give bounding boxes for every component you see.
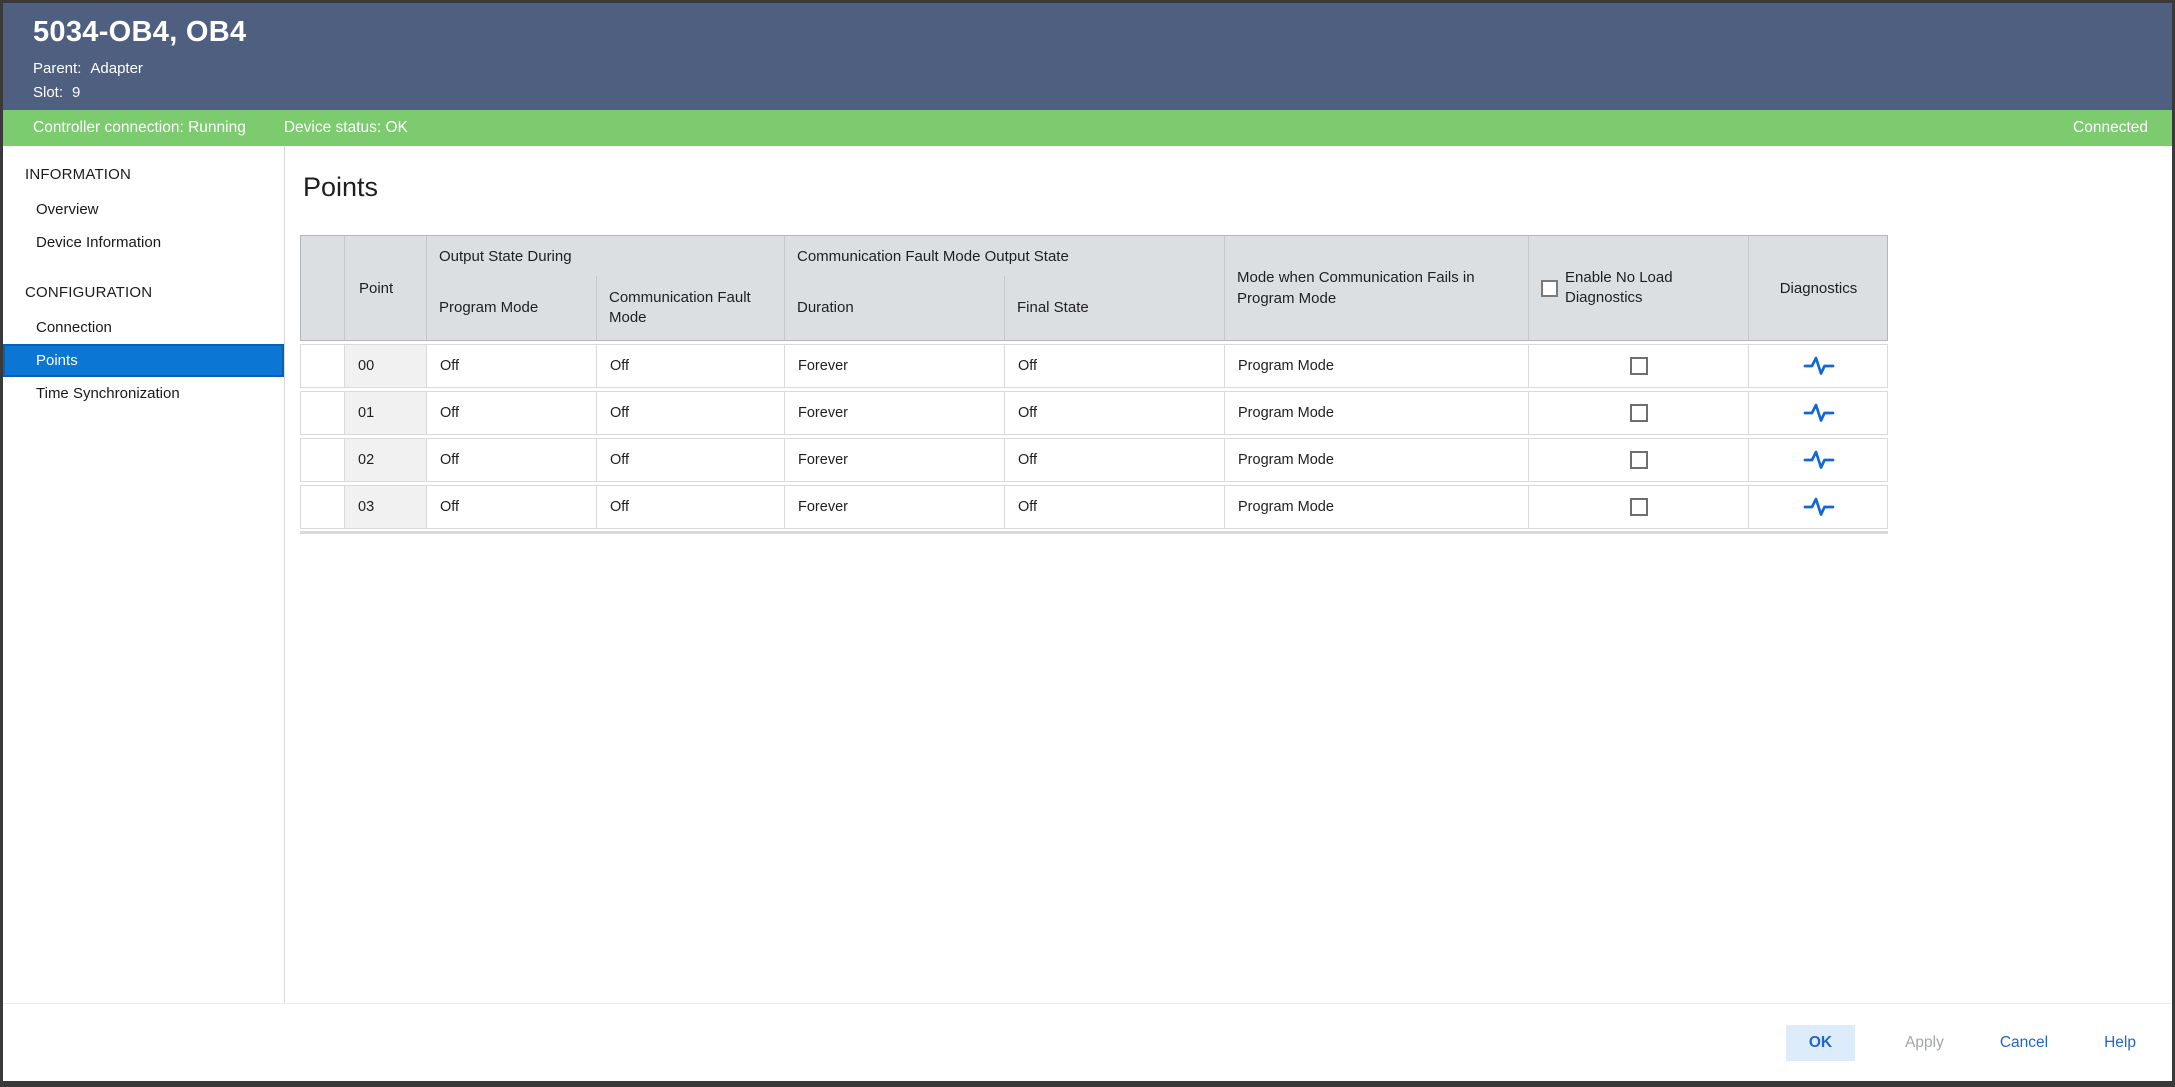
pulse-waveform-icon[interactable] <box>1803 355 1835 377</box>
sidebar-section-information: INFORMATION <box>3 156 284 193</box>
diagnostics-cell <box>1749 392 1888 434</box>
parent-line: Parent: Adapter <box>33 60 2142 77</box>
column-header-diagnostics: Diagnostics <box>1749 236 1888 340</box>
comm-fault-mode-cell[interactable]: Off <box>597 392 785 434</box>
final-state-cell[interactable]: Off <box>1005 345 1225 387</box>
titlebar: 5034-OB4, OB4 Parent: Adapter Slot: 9 <box>3 3 2172 110</box>
final-state-cell[interactable]: Off <box>1005 439 1225 481</box>
diagnostics-cell <box>1749 345 1888 387</box>
no-load-checkbox[interactable] <box>1630 451 1648 469</box>
table-row: 00 Off Off Forever Off Program Mode <box>300 344 1888 388</box>
sidebar-item-time-synchronization[interactable]: Time Synchronization <box>3 377 284 410</box>
connection-state: Connected <box>2073 119 2148 137</box>
device-status: Device status: OK <box>284 119 408 137</box>
enable-no-load-cell <box>1529 345 1749 387</box>
duration-cell[interactable]: Forever <box>785 439 1005 481</box>
enable-no-load-all-checkbox[interactable] <box>1541 280 1558 297</box>
enable-no-load-header-label: Enable No Load Diagnostics <box>1565 268 1681 309</box>
mode-when-comm-fails-cell[interactable]: Program Mode <box>1225 486 1529 528</box>
footer-button-bar: OK Apply Cancel Help <box>3 1003 2172 1081</box>
slot-line: Slot: 9 <box>33 84 2142 101</box>
content-panel: Points Point Output State During Program… <box>285 146 2172 1003</box>
module-title: 5034-OB4, OB4 <box>33 16 2142 49</box>
points-table-header: Point Output State During Program Mode C… <box>300 235 1888 341</box>
row-selector-header <box>301 236 345 340</box>
page-title: Points <box>303 172 2172 203</box>
points-table: Point Output State During Program Mode C… <box>300 235 1888 534</box>
slot-label: Slot: <box>33 84 63 101</box>
duration-cell[interactable]: Forever <box>785 345 1005 387</box>
main-area: INFORMATION Overview Device Information … <box>3 146 2172 1003</box>
table-bottom-edge <box>300 531 1888 534</box>
comm-fault-mode-cell[interactable]: Off <box>597 486 785 528</box>
sidebar-section-configuration: CONFIGURATION <box>3 274 284 311</box>
no-load-checkbox[interactable] <box>1630 357 1648 375</box>
status-bar: Controller connection: Running Device st… <box>3 110 2172 146</box>
final-state-cell[interactable]: Off <box>1005 392 1225 434</box>
sidebar-nav: INFORMATION Overview Device Information … <box>3 146 285 1003</box>
duration-cell[interactable]: Forever <box>785 486 1005 528</box>
parent-value: Adapter <box>90 60 143 77</box>
column-header-communication-fault-mode: Communication Fault Mode <box>597 276 785 340</box>
row-selector-cell[interactable] <box>301 486 345 528</box>
table-row: 03 Off Off Forever Off Program Mode <box>300 485 1888 529</box>
comm-fault-mode-cell[interactable]: Off <box>597 439 785 481</box>
sidebar-item-connection[interactable]: Connection <box>3 311 284 344</box>
group-header-comm-fault-mode-output-state: Communication Fault Mode Output State <box>785 236 1225 276</box>
sidebar-item-overview[interactable]: Overview <box>3 193 284 226</box>
pulse-waveform-icon[interactable] <box>1803 402 1835 424</box>
apply-button[interactable]: Apply <box>1899 1025 1950 1061</box>
point-number-cell: 03 <box>345 486 427 528</box>
sidebar-item-points[interactable]: Points <box>3 344 284 377</box>
column-header-enable-no-load: Enable No Load Diagnostics <box>1529 236 1749 340</box>
column-header-final-state: Final State <box>1005 276 1225 340</box>
program-mode-cell[interactable]: Off <box>427 486 597 528</box>
module-properties-window: 5034-OB4, OB4 Parent: Adapter Slot: 9 Cont… <box>0 0 2175 1087</box>
cancel-button[interactable]: Cancel <box>1994 1025 2054 1061</box>
sidebar-item-device-information[interactable]: Device Information <box>3 226 284 259</box>
final-state-cell[interactable]: Off <box>1005 486 1225 528</box>
controller-connection-status: Controller connection: Running <box>33 119 246 137</box>
program-mode-cell[interactable]: Off <box>427 345 597 387</box>
program-mode-cell[interactable]: Off <box>427 439 597 481</box>
point-number-cell: 00 <box>345 345 427 387</box>
column-header-program-mode: Program Mode <box>427 276 597 340</box>
program-mode-cell[interactable]: Off <box>427 392 597 434</box>
help-button[interactable]: Help <box>2098 1025 2142 1061</box>
column-header-duration: Duration <box>785 276 1005 340</box>
mode-when-comm-fails-cell[interactable]: Program Mode <box>1225 392 1529 434</box>
row-selector-cell[interactable] <box>301 392 345 434</box>
column-header-point: Point <box>345 236 427 340</box>
parent-label: Parent: <box>33 60 81 77</box>
group-header-output-state-during: Output State During <box>427 236 785 276</box>
mode-when-comm-fails-cell[interactable]: Program Mode <box>1225 345 1529 387</box>
enable-no-load-cell <box>1529 439 1749 481</box>
table-row: 01 Off Off Forever Off Program Mode <box>300 391 1888 435</box>
row-selector-cell[interactable] <box>301 439 345 481</box>
pulse-waveform-icon[interactable] <box>1803 496 1835 518</box>
mode-when-comm-fails-cell[interactable]: Program Mode <box>1225 439 1529 481</box>
diagnostics-cell <box>1749 486 1888 528</box>
point-number-cell: 02 <box>345 439 427 481</box>
comm-fault-mode-cell[interactable]: Off <box>597 345 785 387</box>
ok-button[interactable]: OK <box>1786 1025 1855 1061</box>
no-load-checkbox[interactable] <box>1630 498 1648 516</box>
duration-cell[interactable]: Forever <box>785 392 1005 434</box>
slot-value: 9 <box>72 84 80 101</box>
table-row: 02 Off Off Forever Off Program Mode <box>300 438 1888 482</box>
enable-no-load-cell <box>1529 486 1749 528</box>
point-number-cell: 01 <box>345 392 427 434</box>
pulse-waveform-icon[interactable] <box>1803 449 1835 471</box>
row-selector-cell[interactable] <box>301 345 345 387</box>
diagnostics-cell <box>1749 439 1888 481</box>
column-header-mode-when-comm-fails: Mode when Communication Fails in Program… <box>1225 236 1529 340</box>
enable-no-load-cell <box>1529 392 1749 434</box>
no-load-checkbox[interactable] <box>1630 404 1648 422</box>
